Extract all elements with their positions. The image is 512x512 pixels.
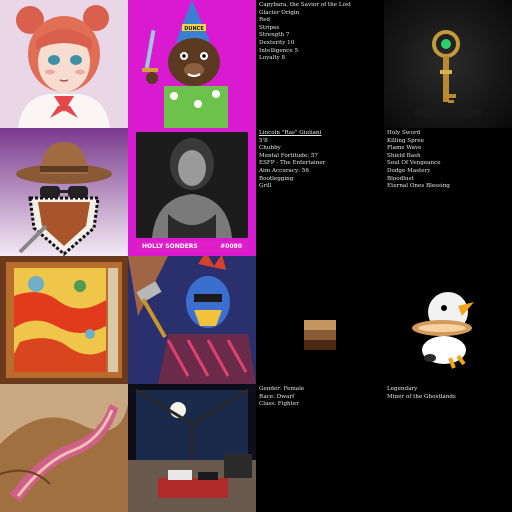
gnome-bear-tile[interactable]: DUNCE bbox=[128, 0, 256, 128]
lincoln-mental-fortitude: Mental Fortitude: 57 bbox=[259, 152, 318, 159]
holly-sonders-image bbox=[128, 128, 256, 256]
miner-title: Miner of the Ghostlands bbox=[387, 393, 456, 400]
capybara-intelligence: Intelligence 5 bbox=[259, 47, 299, 54]
lincoln-build: Chubby bbox=[259, 145, 281, 152]
dwarf-profile-card[interactable]: Gender: Female Race: Dwarf Class: Fighte… bbox=[256, 384, 384, 512]
capybara-strength: Strength 7 bbox=[259, 32, 290, 39]
framed-painting-image bbox=[0, 256, 128, 384]
armored-warrior-image bbox=[128, 256, 256, 384]
dwarf-race: Race: Dwarf bbox=[259, 393, 295, 400]
golden-key-tile[interactable] bbox=[384, 0, 512, 128]
night-room-image bbox=[128, 384, 256, 512]
pixel-image bbox=[256, 256, 384, 384]
capybara-stats-card[interactable]: Capybara, the Savior of the Lost Glacier… bbox=[256, 0, 384, 128]
sword-skill-4: Shield Bash bbox=[387, 152, 421, 159]
abstract-painting-image bbox=[0, 384, 128, 512]
lincoln-aim-accuracy: Aim Accuracy: 56 bbox=[259, 167, 309, 174]
sword-skill-5: Soul Of Vengeance bbox=[387, 160, 441, 167]
armored-warrior-tile[interactable] bbox=[128, 256, 256, 384]
capybara-origin: Glacier Origin bbox=[259, 9, 300, 16]
sword-skill-7: Bloodlust bbox=[387, 175, 414, 182]
framed-painting-tile[interactable] bbox=[0, 256, 128, 384]
dwarf-class: Class: Fighter bbox=[259, 401, 299, 408]
cowboy-image bbox=[0, 128, 128, 256]
capybara-pattern: Stripes bbox=[259, 24, 280, 31]
nft-gallery-grid: DUNCE Capybara, the Savior of the Lost G… bbox=[0, 0, 512, 512]
lincoln-height: 5'8 bbox=[259, 137, 268, 144]
capybara-color: Red bbox=[259, 17, 271, 24]
night-room-tile[interactable] bbox=[128, 384, 256, 512]
pixel-tile[interactable] bbox=[256, 256, 384, 384]
miner-card[interactable]: Legendary Miner of the Ghostlands bbox=[384, 384, 512, 512]
eagle-mascot-image bbox=[384, 256, 512, 384]
sword-skill-3: Flame Wave bbox=[387, 145, 422, 152]
sword-skill-1: Holy Sword bbox=[387, 130, 421, 136]
lincoln-personality: ESFP - The Entertainer bbox=[259, 160, 326, 167]
lincoln-skill-1: Bootlegging bbox=[259, 175, 294, 182]
sword-skill-8: Eternal Ones Blessing bbox=[387, 183, 450, 190]
sword-skill-2: Killing Spree bbox=[387, 137, 425, 144]
sword-skills-card[interactable]: Holy Sword Killing Spree Flame Wave Shie… bbox=[384, 128, 512, 256]
abstract-painting-tile[interactable] bbox=[0, 384, 128, 512]
gnome-bear-image: DUNCE bbox=[128, 0, 256, 128]
cowboy-tile[interactable] bbox=[0, 128, 128, 256]
holly-sonders-name: HOLLY SONDERS bbox=[142, 243, 198, 250]
anime-girl-tile[interactable] bbox=[0, 0, 128, 128]
dunce-hat-text: DUNCE bbox=[184, 26, 204, 32]
eagle-mascot-tile[interactable] bbox=[384, 256, 512, 384]
lincoln-stats-card[interactable]: Lincoln "Ras" Giuliani 5'8 Chubby Mental… bbox=[256, 128, 384, 256]
holly-sonders-card-tile[interactable]: HOLLY SONDERS #0080 bbox=[128, 128, 256, 256]
golden-key-image bbox=[384, 0, 512, 128]
holly-sonders-number: #0080 bbox=[220, 243, 242, 250]
anime-girl-image bbox=[0, 0, 128, 128]
lincoln-name[interactable]: Lincoln "Ras" Giuliani bbox=[259, 130, 381, 138]
dwarf-gender: Gender: Female bbox=[259, 386, 305, 392]
capybara-dexterity: Dexterity 10 bbox=[259, 39, 295, 46]
lincoln-skill-2: Grill bbox=[259, 183, 272, 190]
holly-sonders-caption-bar: HOLLY SONDERS #0080 bbox=[136, 241, 248, 252]
capybara-loyalty: Loyalty 8 bbox=[259, 55, 286, 62]
sword-skill-6: Dodge Mastery bbox=[387, 167, 431, 174]
miner-rarity: Legendary bbox=[387, 386, 418, 392]
capybara-name: Capybara, the Savior of the Lost bbox=[259, 2, 352, 8]
